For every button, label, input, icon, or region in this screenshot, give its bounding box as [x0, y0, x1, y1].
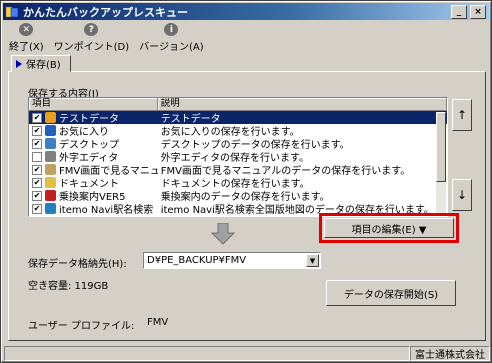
title-bar: かんたんバックアップレスキュー _ × [3, 3, 489, 20]
exit-tool-button[interactable]: ✕ 終了(X) [9, 23, 44, 53]
list-item-name-cell: ✔ 乗換案内VER5 [29, 189, 158, 202]
item-description: テストデータ [160, 114, 221, 124]
item-icon [45, 125, 56, 136]
list-item-name-cell: 外字エディタ [29, 150, 158, 163]
close-button[interactable]: × [470, 5, 486, 19]
item-name: itemo Navi駅名検索 [59, 205, 154, 215]
list-item-name-cell: ✔ お気に入り [29, 124, 158, 137]
minimize-button[interactable]: _ [451, 5, 467, 19]
item-description: FMV画面で見るマニュアルのデータの保存を行います。 [160, 166, 411, 176]
item-description: お気に入りの保存を行います。 [160, 127, 300, 137]
edit-items-button[interactable]: 項目の編集(E) ▼ [324, 218, 454, 238]
list-item[interactable]: ✔ テストデータ テストデータ [29, 111, 447, 124]
window-title: かんたんバックアップレスキュー [23, 5, 188, 19]
tab-arrow-icon [16, 59, 22, 68]
list-item[interactable]: ✔ デスクトップ デスクトップのデータの保存を行います。 [29, 137, 447, 150]
item-name: 外字エディタ [59, 153, 119, 163]
app-icon [5, 6, 19, 17]
list-item[interactable]: ✔ ドキュメント ドキュメントの保存を行います。 [29, 176, 447, 189]
user-profile-value: FMV [147, 317, 169, 328]
scrollbar-thumb[interactable] [436, 112, 446, 182]
destination-label: 保存データ格納先(H): [28, 259, 127, 270]
item-icon [45, 138, 56, 149]
x-icon: ✕ [19, 23, 34, 36]
item-icon [45, 190, 56, 201]
list-item[interactable]: ✔ FMV画面で見るマニュ...FMV画面で見るマニュアルのデータの保存を行います… [29, 163, 447, 176]
item-checkbox[interactable]: ✔ [32, 203, 42, 214]
list-item-name-cell: ✔ itemo Navi駅名検索 [29, 202, 158, 215]
app-window: かんたんバックアップレスキュー _ × ✕ 終了(X) ? ワンポイント(D) … [0, 0, 492, 363]
item-name: ドキュメント [59, 179, 119, 189]
down-arrow-icon [211, 223, 235, 245]
item-icon [45, 164, 56, 175]
destination-select[interactable]: D¥PE_BACKUP¥FMV ▼ [143, 252, 321, 269]
help-icon: ? [84, 23, 99, 36]
destination-value: D¥PE_BACKUP¥FMV [147, 255, 247, 266]
item-checkbox[interactable]: ✔ [32, 177, 42, 188]
item-name: テストデータ [59, 114, 119, 124]
list-scrollbar[interactable] [436, 112, 446, 216]
status-pane-main [4, 346, 410, 361]
company-label: 富士通株式会社 [410, 346, 490, 361]
version-tool-button[interactable]: i バージョン(A) [139, 23, 204, 53]
item-description: ドキュメントの保存を行います。 [160, 179, 310, 189]
column-header-description[interactable]: 説明 [158, 98, 447, 110]
move-down-button[interactable]: ↓ [452, 179, 472, 211]
list-header: 項目 説明 [29, 98, 447, 111]
item-icon [45, 203, 56, 214]
item-name: 乗換案内VER5 [59, 192, 126, 202]
move-up-button[interactable]: ↑ [452, 99, 472, 131]
item-checkbox[interactable]: ✔ [32, 138, 42, 149]
item-checkbox[interactable]: ✔ [32, 190, 42, 201]
chevron-down-icon[interactable]: ▼ [306, 254, 319, 267]
item-name: デスクトップ [59, 140, 119, 150]
item-checkbox[interactable]: ✔ [32, 125, 42, 136]
onepoint-tool-button[interactable]: ? ワンポイント(D) [53, 23, 130, 53]
item-name: お気に入り [59, 127, 109, 137]
toolbar: ✕ 終了(X) ? ワンポイント(D) i バージョン(A) [9, 23, 214, 53]
item-icon [45, 177, 56, 188]
item-description: 乗換案内のデータの保存を行います。 [160, 192, 330, 202]
start-save-button[interactable]: データの保存開始(S) [326, 280, 456, 306]
user-profile-label: ユーザー プロファイル: [28, 321, 135, 332]
item-checkbox[interactable]: ✔ [32, 112, 42, 123]
column-header-item[interactable]: 項目 [29, 98, 158, 110]
list-item-name-cell: ✔ FMV画面で見るマニュ... [29, 163, 158, 176]
version-label: バージョン(A) [139, 42, 204, 53]
item-description: デスクトップのデータの保存を行います。 [160, 140, 350, 150]
onepoint-label: ワンポイント(D) [53, 42, 130, 53]
status-bar: 富士通株式会社 [4, 346, 490, 361]
list-item-name-cell: ✔ テストデータ [29, 111, 158, 124]
item-name: FMV画面で見るマニュ... [59, 166, 158, 176]
free-space-label: 空き容量: 119GB [28, 281, 109, 292]
item-description: 外字エディタの保存を行います。 [160, 153, 309, 163]
item-checkbox[interactable]: ✔ [32, 164, 42, 175]
exit-label: 終了(X) [9, 42, 44, 53]
info-icon: i [164, 23, 179, 36]
tab-save[interactable]: 保存(B) [11, 55, 71, 72]
save-items-list[interactable]: 項目 説明 ✔ テストデータ テストデータ ✔ お気に入り お気に入りの保存を行います。 ✔… [28, 97, 448, 217]
item-icon [45, 151, 56, 162]
tab-save-label: 保存(B) [26, 60, 61, 71]
list-item[interactable]: 外字エディタ 外字エディタの保存を行います。 [29, 150, 447, 163]
list-item-name-cell: ✔ ドキュメント [29, 176, 158, 189]
list-item[interactable]: ✔ 乗換案内VER5 乗換案内のデータの保存を行います。 [29, 189, 447, 202]
item-icon [45, 112, 56, 123]
list-item[interactable]: ✔ お気に入り お気に入りの保存を行います。 [29, 124, 447, 137]
list-item-name-cell: ✔ デスクトップ [29, 137, 158, 150]
item-checkbox[interactable] [32, 151, 42, 162]
